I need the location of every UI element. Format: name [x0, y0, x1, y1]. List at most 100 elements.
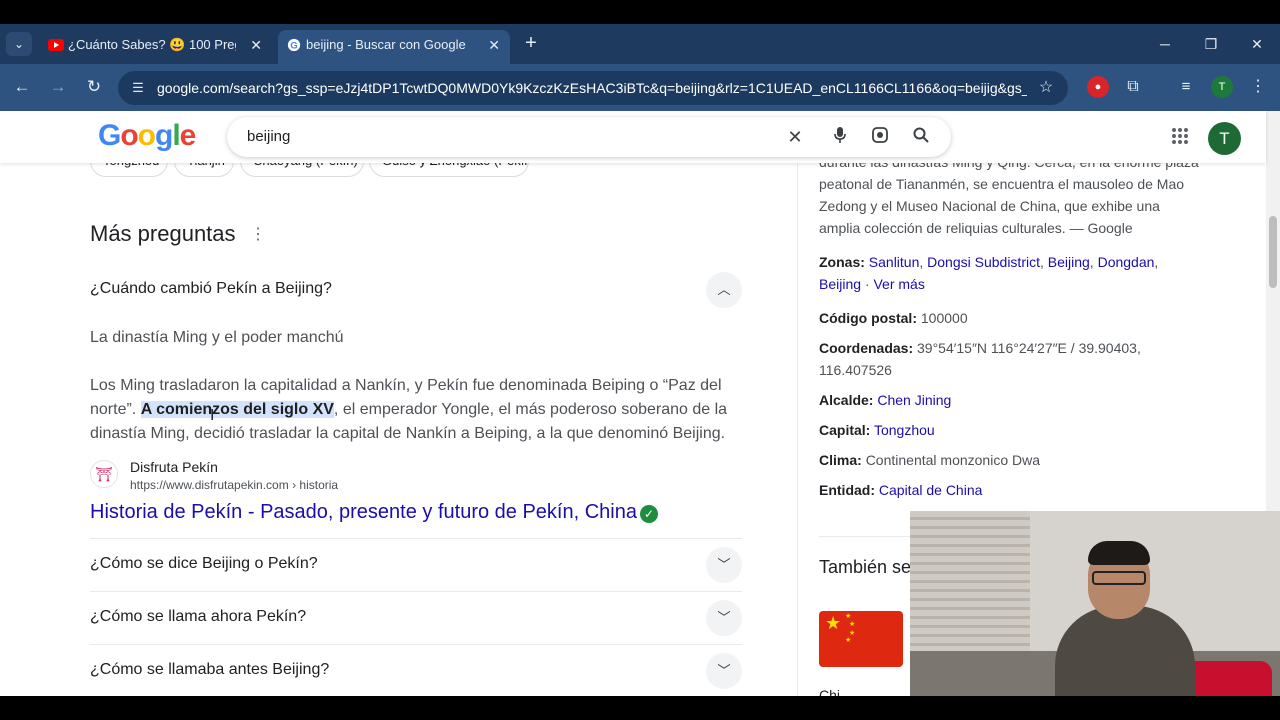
kp-description: durante las dinastías Ming y Qing. Cerca…	[819, 154, 1199, 236]
question-text: ¿Cómo se llamaba antes Beijing?	[90, 661, 330, 678]
question-row[interactable]: ¿Cómo se llama ahora Pekín? ﹀	[90, 598, 742, 638]
kp-climate: Clima: Continental monzonico Dwa	[819, 449, 1179, 471]
tab-google-search[interactable]: G beijing - Buscar con Google ✕	[278, 30, 510, 64]
account-avatar[interactable]: T	[1208, 122, 1241, 155]
kp-mayor: Alcalde: Chen Jining	[819, 389, 1179, 411]
divider	[90, 644, 742, 645]
tab-label: ¿Cuánto Sabes? 😃 100 Pregun	[68, 37, 236, 52]
extensions-puzzle-icon[interactable]: ⧉	[1122, 76, 1144, 98]
tab-youtube[interactable]: ¿Cuánto Sabes? 😃 100 Pregun ✕	[40, 30, 272, 64]
more-options-icon[interactable]: ⋮	[250, 225, 266, 245]
kp-value: 100000	[920, 310, 968, 326]
kp-link[interactable]: Tongzhou	[874, 422, 935, 438]
logo-letter: o	[120, 119, 138, 152]
site-settings-icon[interactable]: ☰	[128, 78, 148, 98]
kp-link[interactable]: Dongdan	[1098, 254, 1155, 270]
back-icon[interactable]: ←	[9, 74, 35, 100]
scrollbar-thumb[interactable]	[1269, 216, 1277, 288]
answer-heading: La dinastía Ming y el poder manchú	[90, 329, 344, 346]
bottom-bar	[0, 696, 1280, 720]
kp-entity: Entidad: Capital de China	[819, 479, 1179, 501]
bookmark-star-icon[interactable]: ☆	[1036, 78, 1056, 98]
kp-label: Código postal:	[819, 310, 917, 326]
answer-body: Los Ming trasladaron la capitalidad a Na…	[90, 374, 740, 446]
tab-label: beijing - Buscar con Google	[306, 37, 466, 52]
apps-grid-icon[interactable]	[1170, 127, 1190, 147]
question-row[interactable]: ¿Cómo se dice Beijing o Pekín? ﹀	[90, 545, 742, 585]
search-icon[interactable]	[910, 126, 932, 148]
lens-icon[interactable]	[869, 126, 891, 148]
kp-link[interactable]: Sanlitun	[869, 254, 920, 270]
tab-strip: ⌄ ¿Cuánto Sabes? 😃 100 Pregun ✕ G beijin…	[0, 24, 1280, 64]
browser-toolbar: ← → ↻ ☰ google.com/search?gs_ssp=eJzj4tD…	[0, 64, 1280, 111]
ver-mas-link[interactable]: Ver más	[873, 276, 924, 292]
screen: ⌄ ¿Cuánto Sabes? 😃 100 Pregun ✕ G beijin…	[0, 0, 1280, 720]
kp-label: Entidad:	[819, 482, 875, 498]
address-bar[interactable]: ☰ google.com/search?gs_ssp=eJzj4tDP1Tcwt…	[118, 71, 1068, 105]
kp-link[interactable]: Beijing	[1048, 254, 1090, 270]
person-hair	[1088, 541, 1150, 565]
google-logo[interactable]: Google	[98, 119, 197, 153]
question-row[interactable]: ¿Cómo se llamaba antes Beijing? ﹀	[90, 651, 742, 691]
close-window-icon[interactable]: ✕	[1242, 32, 1272, 56]
kp-link[interactable]: Chen Jining	[877, 392, 951, 408]
kp-label: Clima:	[819, 452, 862, 468]
answer-source[interactable]: ⛩ Disfruta Pekín https://www.disfrutapek…	[90, 457, 742, 497]
chevron-down-icon[interactable]: ﹀	[706, 653, 742, 689]
kp-link[interactable]: Dongsi Subdistrict	[927, 254, 1040, 270]
answer-highlight: A comienzos del siglo XV	[140, 401, 334, 418]
kp-link[interactable]: Capital de China	[879, 482, 983, 498]
divider	[90, 538, 742, 539]
verified-check-icon: ✓	[640, 505, 658, 523]
glasses	[1092, 571, 1146, 585]
result-title-link[interactable]: Historia de Pekín - Pasado, presente y f…	[90, 501, 637, 524]
source-name: Disfruta Pekín	[130, 459, 218, 475]
search-box[interactable]: beijing ✕	[227, 117, 951, 157]
logo-letter: g	[155, 119, 173, 152]
kp-value: Continental monzonico Dwa	[865, 452, 1041, 468]
more-menu-icon[interactable]: ⋮	[1247, 76, 1269, 98]
clear-icon[interactable]: ✕	[784, 126, 806, 148]
logo-letter: o	[137, 119, 156, 152]
china-flag-image[interactable]: ★ ★ ★ ★ ★	[819, 611, 903, 667]
kp-label: Coordenadas:	[819, 340, 914, 356]
kp-label: Zonas:	[819, 254, 865, 270]
search-input[interactable]: beijing	[247, 117, 290, 157]
flag-caption[interactable]: Chi	[819, 687, 840, 696]
microphone-icon[interactable]	[829, 126, 851, 148]
tab-search-menu-icon[interactable]: ⌄	[6, 32, 32, 56]
url-text[interactable]: google.com/search?gs_ssp=eJzj4tDP1TcwtDQ…	[157, 71, 1027, 105]
kp-capital: Capital: Tongzhou	[819, 419, 1179, 441]
chevron-up-icon[interactable]: ︿	[706, 272, 742, 308]
webcam-overlay	[910, 511, 1280, 720]
profile-avatar[interactable]: T	[1211, 76, 1233, 98]
kp-label: Capital:	[819, 422, 871, 438]
minimize-icon[interactable]: ─	[1150, 32, 1180, 56]
restore-icon[interactable]: ❐	[1196, 32, 1226, 56]
kp-link[interactable]: Beijing	[819, 276, 861, 292]
chevron-down-icon[interactable]: ﹀	[706, 547, 742, 583]
source-url: https://www.disfrutapekin.com › historia	[130, 478, 339, 492]
divider	[90, 591, 742, 592]
paa-title: Más preguntas	[90, 221, 236, 246]
kp-coordinates: Coordenadas: 39°54′15″N 116°24′27″E / 39…	[819, 337, 1159, 381]
question-row[interactable]: ¿Cuándo cambió Pekín a Beijing? ︿	[90, 270, 742, 310]
youtube-icon	[48, 39, 64, 51]
media-control-icon[interactable]: ≡	[1175, 76, 1197, 98]
new-tab-icon[interactable]: +	[520, 32, 542, 56]
google-header: Google beijing ✕ T	[0, 111, 1266, 163]
chevron-down-icon[interactable]: ﹀	[706, 600, 742, 636]
logo-letter: e	[179, 119, 197, 152]
google-icon: G	[287, 38, 301, 52]
logo-letter: l	[172, 119, 180, 152]
forward-icon[interactable]: →	[45, 74, 71, 100]
question-text: ¿Cómo se llama ahora Pekín?	[90, 608, 307, 625]
question-text: ¿Cómo se dice Beijing o Pekín?	[90, 555, 318, 572]
reload-icon[interactable]: ↻	[81, 74, 107, 100]
close-tab-icon[interactable]: ✕	[250, 30, 262, 60]
also-search-heading: También se	[819, 557, 912, 577]
question-text: ¿Cuándo cambió Pekín a Beijing?	[90, 280, 332, 297]
close-tab-icon[interactable]: ✕	[488, 30, 500, 60]
kp-zonas: Zonas: Sanlitun, Dongsi Subdistrict, Bei…	[819, 254, 1159, 292]
extension-icon[interactable]: ●	[1087, 76, 1109, 98]
